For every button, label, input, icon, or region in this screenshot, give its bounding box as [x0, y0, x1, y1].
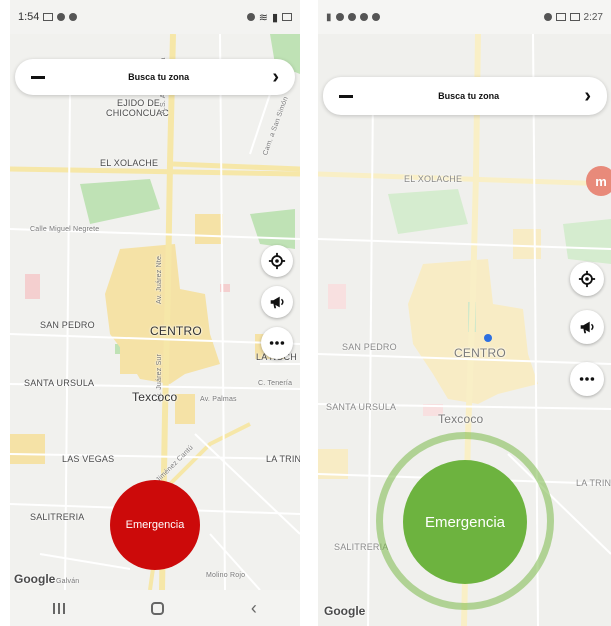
emergency-button[interactable]: Emergencia: [110, 480, 200, 570]
notification-icon: [335, 13, 344, 21]
right-phone-screen: ▮ 2:27 EL XOLACHE SAN PEDRO CENTRO SANTA…: [318, 0, 611, 626]
emergency-button[interactable]: Emergencia: [403, 460, 527, 584]
megaphone-icon: [270, 296, 284, 309]
bluetooth-icon: [359, 13, 368, 21]
zone-search-bar[interactable]: Busca tu zona ›: [15, 59, 295, 95]
status-bar: ▮ 2:27: [318, 0, 611, 34]
chevron-right-icon[interactable]: ›: [584, 86, 591, 106]
search-title: Busca tu zona: [128, 72, 190, 82]
locate-button[interactable]: [261, 245, 293, 277]
map-label-san-pedro: SAN PEDRO: [342, 342, 397, 352]
map-label-salitreria: SALITRERIA: [30, 512, 85, 522]
map-label-palmas: Av. Palmas: [200, 396, 237, 403]
minus-icon[interactable]: [339, 94, 353, 98]
emergency-label: Emergencia: [424, 513, 506, 531]
map-label-ejido: EJIDO DE: [117, 98, 161, 108]
map-label-galvan: Galván: [56, 578, 80, 585]
alert-button[interactable]: [570, 310, 604, 344]
search-title: Busca tu zona: [438, 91, 500, 101]
emergency-label: Emergencia: [125, 519, 185, 531]
google-logo: Google: [324, 604, 366, 618]
sync-icon: [371, 13, 380, 21]
alarm-icon: [347, 13, 356, 21]
current-location-dot: [484, 334, 492, 342]
map-label-santa-ursula: SANTA URSULA: [24, 378, 95, 388]
left-phone-screen: 1:54 ≋ ▮ EJIDO DE CHICONCUAC EL XOLACHE …: [10, 0, 300, 626]
status-time: 1:54: [18, 11, 40, 23]
map-label-la-trin: LA TRIN: [576, 478, 611, 488]
signal-icon: ▮: [271, 11, 278, 24]
vibrate-icon: [555, 13, 566, 21]
map-label-centro: CENTRO: [150, 324, 202, 338]
map-label-juarez-nte: Av. Juárez Nte.: [156, 253, 163, 304]
cast-icon: [43, 13, 54, 21]
map-label-santa-ursula: SANTA URSULA: [326, 402, 397, 412]
signal-icon: ▮: [326, 11, 332, 23]
map-label-xolache: EL XOLACHE: [100, 158, 159, 168]
map-label-texcoco: Texcoco: [132, 390, 178, 404]
google-logo: Google: [14, 572, 56, 586]
recents-icon[interactable]: [53, 602, 66, 614]
map-label-san-pedro: SAN PEDRO: [40, 320, 95, 330]
more-icon: [269, 341, 285, 345]
target-icon: [268, 252, 286, 270]
more-icon: [579, 377, 595, 381]
battery-icon: [282, 13, 292, 21]
map-label-teneria: C. Tenería: [258, 380, 293, 387]
home-icon[interactable]: [151, 601, 165, 615]
battery-icon: [569, 13, 580, 21]
more-options-button[interactable]: [261, 327, 293, 359]
status-time: 2:27: [583, 11, 603, 23]
map-label-texcoco: Texcoco: [438, 412, 484, 426]
locate-button[interactable]: [570, 262, 604, 296]
wifi-icon: ≋: [258, 11, 268, 24]
minus-icon[interactable]: [31, 75, 45, 79]
map-label-la-trin: LA TRIN: [266, 454, 300, 464]
status-bar: 1:54 ≋ ▮: [10, 0, 300, 34]
sync-icon: [69, 13, 78, 21]
map-label-xolache: EL XOLACHE: [404, 174, 463, 184]
map-label-las-vegas: LAS VEGAS: [62, 454, 115, 464]
chevron-right-icon[interactable]: ›: [272, 67, 279, 87]
more-options-button[interactable]: [570, 362, 604, 396]
zone-search-bar[interactable]: Busca tu zona ›: [323, 77, 607, 115]
android-nav-bar: ‹: [10, 590, 300, 626]
location-icon: [543, 13, 552, 21]
map-label-miguel-negrete: Calle Miguel Negrete: [30, 226, 100, 233]
alarm-icon: [246, 13, 255, 21]
alert-button[interactable]: [261, 286, 293, 318]
target-icon: [578, 270, 596, 288]
notification-icon: [57, 13, 66, 21]
map-label-molino: Molino Rojo: [206, 572, 246, 579]
megaphone-icon: [580, 321, 594, 334]
map-label-centro: CENTRO: [454, 346, 506, 360]
back-icon[interactable]: ‹: [251, 599, 257, 617]
place-marker[interactable]: m: [586, 166, 611, 196]
